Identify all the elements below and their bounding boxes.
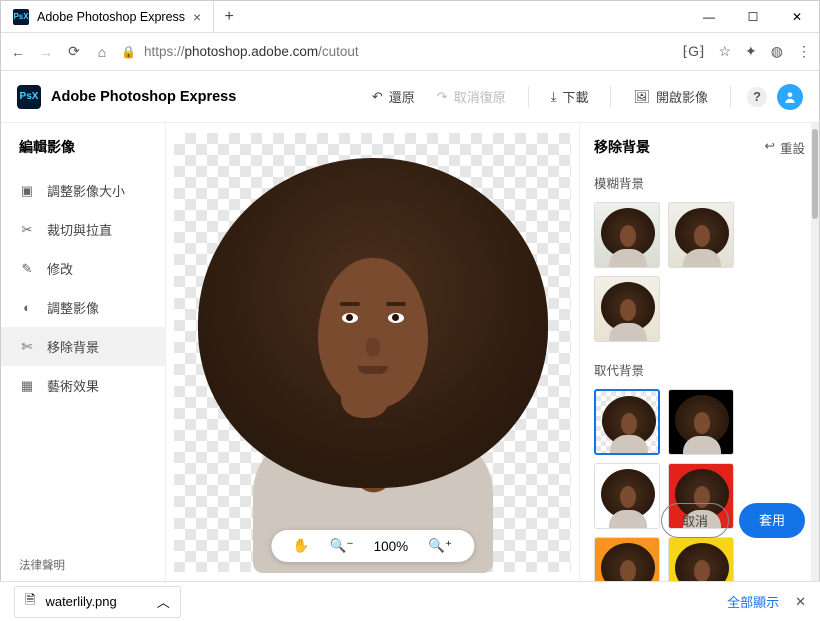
favicon-icon: PsX [13,9,29,25]
bg-option-orange[interactable] [594,537,660,582]
extensions-icon[interactable]: ✦ [745,43,757,60]
image-icon: 🖼 [633,89,650,105]
close-downloads-bar[interactable]: ✕ [795,594,806,610]
file-icon: 🗎 [25,591,35,613]
canvas-area[interactable]: ✋ 🔍⁻ 100% 🔍⁺ [166,123,579,582]
apply-button[interactable]: 套用 [739,503,805,538]
resize-icon: ▣ [19,183,35,199]
reset-button[interactable]: ↩重設 [765,138,806,157]
sidebar-item-remove-bg[interactable]: ✄移除背景 [1,327,165,366]
bg-option-white[interactable] [594,463,660,529]
sidebar-item-crop[interactable]: ✂裁切與拉直 [1,210,165,249]
edit-sidebar: 編輯影像 ▣調整影像大小 ✂裁切與拉直 ✎修改 ◐調整影像 ✄移除背景 ▦藝術效… [1,123,166,582]
forward-button[interactable]: → [37,44,55,60]
minimize-button[interactable]: ― [687,1,731,32]
zoom-toolbar: ✋ 🔍⁻ 100% 🔍⁺ [271,530,474,562]
sidebar-item-retouch[interactable]: ✎修改 [1,249,165,288]
zoom-in-button[interactable]: 🔍⁺ [428,538,452,554]
panel-title: 移除背景 [594,137,650,157]
browser-toolbar: ← → ⟳ ⌂ 🔒 https://photoshop.adobe.com/cu… [1,33,819,71]
adjust-icon: ◐ [19,300,35,315]
window-titlebar: PsX Adobe Photoshop Express × + ― ☐ ✕ [1,1,819,33]
download-filename: waterlily.png [45,594,116,609]
translate-icon[interactable]: ⁅G⁆ [683,43,705,60]
pan-tool-icon[interactable]: ✋ [293,538,310,554]
bg-option-black[interactable] [668,389,734,455]
tab-title: Adobe Photoshop Express [37,10,185,24]
blur-option-2[interactable] [668,202,734,268]
back-button[interactable]: ← [9,44,27,60]
address-bar[interactable]: 🔒 https://photoshop.adobe.com/cutout [121,44,673,59]
show-all-downloads[interactable]: 全部顯示 [727,592,779,611]
browser-tab[interactable]: PsX Adobe Photoshop Express × [1,1,214,32]
options-panel: 移除背景 ↩重設 模糊背景 取代背景 取消 套用 [579,123,819,582]
url-text: https://photoshop.adobe.com/cutout [144,44,359,59]
scissors-icon: ✄ [19,339,35,355]
menu-icon[interactable]: ⋮ [797,43,811,60]
help-button[interactable]: ? [747,87,767,107]
download-button[interactable]: ⤓下載 [545,83,595,110]
image-preview [183,143,563,563]
crop-icon: ✂ [19,222,35,238]
maximize-button[interactable]: ☐ [731,1,775,32]
close-window-button[interactable]: ✕ [775,1,819,32]
undo-icon: ↶ [372,89,383,105]
user-avatar[interactable] [777,84,803,110]
sidebar-item-art[interactable]: ▦藝術效果 [1,366,165,405]
scrollbar[interactable] [811,123,819,582]
sidebar-item-adjust[interactable]: ◐調整影像 [1,288,165,327]
zoom-out-button[interactable]: 🔍⁻ [330,538,354,554]
blur-section-title: 模糊背景 [594,173,805,192]
blur-thumbnails [594,202,805,342]
downloads-bar: 🗎 waterlily.png ︿ 全部顯示 ✕ [0,581,820,621]
redo-icon: ↷ [437,89,448,105]
profile-icon[interactable]: ◍ [771,43,783,60]
download-item[interactable]: 🗎 waterlily.png ︿ [14,586,181,618]
app-name: Adobe Photoshop Express [51,89,236,105]
zoom-level: 100% [374,539,409,554]
new-tab-button[interactable]: + [214,1,244,32]
tab-close-icon[interactable]: × [193,9,201,25]
bg-option-transparent[interactable] [594,389,660,455]
redo-button: ↷取消復原 [431,83,512,110]
bookmark-icon[interactable]: ☆ [718,43,731,60]
download-icon: ⤓ [551,89,557,105]
blur-option-1[interactable] [594,202,660,268]
lock-icon: 🔒 [121,45,136,59]
app-header: PsX Adobe Photoshop Express ↶還原 ↷取消復原 ⤓下… [1,71,819,123]
sidebar-item-resize[interactable]: ▣調整影像大小 [1,171,165,210]
wand-icon: ✎ [19,261,35,277]
chevron-up-icon[interactable]: ︿ [157,592,170,611]
open-image-button[interactable]: 🖼開啟影像 [627,83,714,110]
cancel-button[interactable]: 取消 [661,503,729,538]
sidebar-title: 編輯影像 [1,137,165,171]
blur-option-3[interactable] [594,276,660,342]
app-logo-icon: PsX [17,85,41,109]
art-icon: ▦ [19,378,35,394]
bg-option-yellow[interactable] [668,537,734,582]
legal-link[interactable]: 法律聲明 [1,557,83,573]
undo-button[interactable]: ↶還原 [366,83,421,110]
reset-icon: ↩ [765,138,775,157]
window-controls: ― ☐ ✕ [687,1,819,32]
reload-button[interactable]: ⟳ [65,43,83,60]
replace-thumbnails [594,389,805,582]
replace-section-title: 取代背景 [594,360,805,379]
home-button[interactable]: ⌂ [93,44,111,60]
